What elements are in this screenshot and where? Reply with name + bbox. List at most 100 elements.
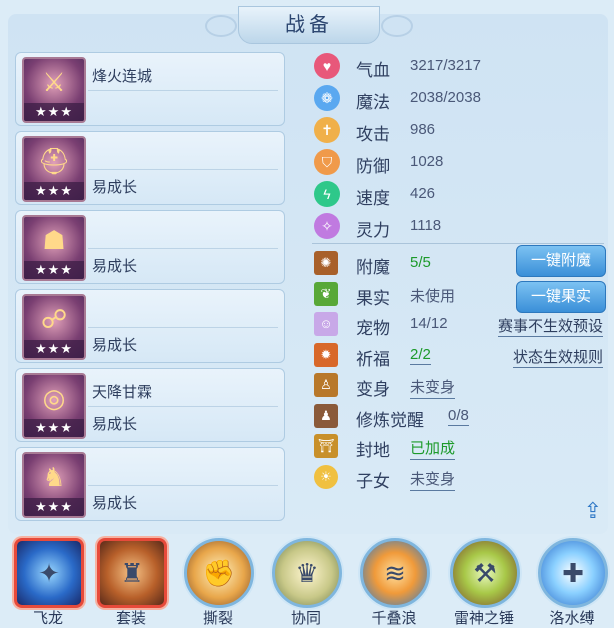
skill-item[interactable]: ♛ 协同 — [268, 534, 344, 628]
enchant-icon: ✺ — [314, 251, 338, 275]
weapon-icon: ⚔ ★★★ — [22, 57, 86, 123]
attack-icon: ✝ — [314, 117, 340, 143]
growth-row-blessing[interactable]: ✹ 祈福 2/2 状态生效规则 — [312, 341, 607, 372]
growth-value: 14/12 — [410, 315, 448, 332]
stat-value: 1028 — [410, 153, 444, 170]
equipment-trait: 易成长 — [92, 337, 138, 354]
share-icon[interactable]: ⇪ — [578, 498, 608, 524]
fruit-all-button[interactable]: 一键果实 — [516, 281, 606, 313]
growth-label: 子女 — [356, 471, 390, 491]
equipment-slot[interactable]: ⚔ ★★★ 烽火连城 — [15, 52, 285, 126]
panel-title: 战备 — [205, 6, 413, 44]
equipment-slot[interactable]: ♞ ★★★ 易成长 — [15, 447, 285, 521]
enchant-all-button[interactable]: 一键附魔 — [516, 245, 606, 277]
water-bind-icon: ✚ — [538, 538, 608, 608]
star-rating: ★★★ — [24, 419, 84, 437]
stat-row-attack: ✝ 攻击 986 — [312, 114, 607, 146]
helmet-icon: ⛑ ★★★ — [22, 136, 86, 202]
suit-icon: ♜ — [97, 538, 167, 608]
belt-icon: ◎ ★★★ — [22, 373, 86, 439]
boots-icon: ♞ ★★★ — [22, 452, 86, 518]
status-rule-link[interactable]: 状态生效规则 — [512, 346, 603, 368]
stat-row-hp: ♥ 气血 3217/3217 — [312, 50, 607, 82]
growth-label: 果实 — [356, 288, 390, 308]
defense-icon: ⛉ — [314, 149, 340, 175]
skill-name: 雷神之锤 — [453, 610, 514, 627]
equipment-slot[interactable]: ⛑ ★★★ 易成长 — [15, 131, 285, 205]
equipment-trait: 易成长 — [92, 258, 138, 275]
stat-label: 防御 — [356, 157, 390, 176]
stat-label: 气血 — [356, 61, 390, 80]
mana-icon: ❁ — [314, 85, 340, 111]
growth-row-children[interactable]: ☀ 子女 未变身 — [312, 463, 607, 494]
blessing-icon: ✹ — [314, 342, 338, 367]
growth-row-transform[interactable]: ♙ 变身 未变身 — [312, 371, 607, 402]
attribute-list: ♥ 气血 3217/3217 ❁ 魔法 2038/2038 ✝ 攻击 986 ⛉… — [312, 50, 607, 242]
stat-value: 2038/2038 — [410, 89, 481, 106]
equipment-special: 烽火连城 — [92, 68, 153, 85]
skill-item[interactable]: ≋ 千叠浪 — [356, 534, 432, 628]
growth-value[interactable]: 0/8 — [448, 407, 469, 426]
tear-icon: ✊ — [184, 538, 254, 608]
stat-row-speed: ϟ 速度 426 — [312, 178, 607, 210]
star-rating: ★★★ — [24, 182, 84, 200]
growth-value: 未使用 — [410, 287, 456, 305]
cooperate-icon: ♛ — [272, 538, 342, 608]
skill-name: 套装 — [115, 610, 146, 627]
stat-value: 1118 — [410, 217, 442, 234]
armor-icon: ☗ ★★★ — [22, 215, 86, 281]
growth-value[interactable]: 未变身 — [410, 468, 456, 491]
equipment-slot[interactable]: ☍ ★★★ 易成长 — [15, 289, 285, 363]
equipment-special: 天降甘霖 — [92, 384, 153, 401]
growth-label: 宠物 — [356, 319, 390, 338]
growth-value[interactable]: 已加成 — [410, 437, 456, 460]
skill-item[interactable]: ⚒ 雷神之锤 — [446, 534, 522, 628]
heart-icon: ♥ — [314, 53, 340, 79]
flying-dragon-icon: ✦ — [14, 538, 84, 608]
skill-name: 千叠浪 — [371, 610, 417, 627]
star-rating: ★★★ — [24, 103, 84, 121]
spirit-icon: ✧ — [314, 213, 340, 239]
skill-item[interactable]: ✚ 洛水缚 — [534, 534, 610, 628]
growth-label: 修炼觉醒 — [356, 410, 424, 430]
event-preset-link[interactable]: 赛事不生效预设 — [497, 315, 603, 337]
skill-item[interactable]: ♜ 套装 — [93, 534, 169, 628]
stat-value: 986 — [410, 121, 436, 138]
growth-row-cultivation[interactable]: ♟ 修炼觉醒 0/8 — [312, 402, 607, 433]
equipment-slot[interactable]: ☗ ★★★ 易成长 — [15, 210, 285, 284]
stat-value: 3217/3217 — [410, 57, 481, 74]
necklace-icon: ☍ ★★★ — [22, 294, 86, 360]
skill-name: 协同 — [290, 610, 321, 627]
growth-value[interactable]: 未变身 — [410, 376, 456, 399]
thor-hammer-icon: ⚒ — [450, 538, 520, 608]
skill-item[interactable]: ✊ 撕裂 — [180, 534, 256, 628]
star-rating: ★★★ — [24, 340, 84, 358]
speed-icon: ϟ — [314, 181, 340, 207]
transform-icon: ♙ — [314, 373, 338, 397]
equipment-trait: 易成长 — [92, 179, 138, 196]
star-rating: ★★★ — [24, 498, 84, 516]
growth-row-pet[interactable]: ☺ 宠物 14/12 赛事不生效预设 — [312, 310, 607, 341]
skill-name: 撕裂 — [202, 610, 233, 627]
skill-name: 洛水缚 — [549, 610, 595, 627]
equipment-trait: 易成长 — [92, 416, 138, 433]
divider — [312, 243, 604, 244]
growth-label: 祈福 — [356, 349, 390, 369]
growth-label: 封地 — [356, 441, 390, 460]
growth-row-fief[interactable]: ⛩ 封地 已加成 — [312, 432, 607, 463]
stat-row-spirit: ✧ 灵力 1118 — [312, 210, 607, 242]
pet-icon: ☺ — [314, 312, 338, 336]
fief-icon: ⛩ — [314, 434, 338, 458]
stat-label: 魔法 — [356, 93, 390, 112]
growth-value: 5/5 — [410, 254, 431, 271]
equipment-slot[interactable]: ◎ ★★★ 天降甘霖 易成长 — [15, 368, 285, 442]
children-icon: ☀ — [314, 464, 338, 489]
stat-row-mp: ❁ 魔法 2038/2038 — [312, 82, 607, 114]
cultivation-icon: ♟ — [314, 403, 338, 428]
skill-item[interactable]: ✦ 飞龙 — [10, 534, 86, 628]
stat-label: 攻击 — [356, 125, 390, 144]
stat-label: 灵力 — [356, 221, 390, 240]
skill-bar: ✦ 飞龙 ♜ 套装 ✊ 撕裂 ♛ 协同 ≋ 千叠浪 ⚒ 雷神之锤 ✚ 洛水缚 — [0, 534, 614, 628]
growth-value[interactable]: 2/2 — [410, 346, 431, 365]
growth-label: 附魔 — [356, 258, 390, 277]
